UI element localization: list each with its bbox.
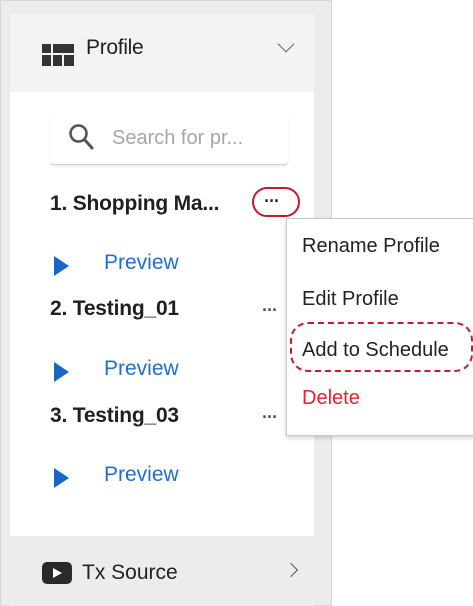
add-to-schedule-highlight bbox=[290, 322, 473, 372]
profile-panel-title: Profile bbox=[86, 36, 144, 59]
profile-item-title[interactable]: 1. Shopping Ma... bbox=[50, 192, 219, 216]
preview-button[interactable]: Preview bbox=[52, 462, 252, 492]
profile-grid-icon bbox=[42, 44, 74, 66]
menu-item-rename-profile[interactable]: Rename Profile bbox=[302, 235, 440, 258]
preview-label: Preview bbox=[104, 357, 179, 380]
play-icon bbox=[54, 468, 69, 488]
profile-item-title[interactable]: 3. Testing_03 bbox=[50, 404, 179, 428]
tx-source-play-icon bbox=[42, 562, 72, 584]
search-placeholder: Search for pr... bbox=[112, 127, 244, 149]
preview-button[interactable]: Preview bbox=[52, 250, 252, 280]
preview-button[interactable]: Preview bbox=[52, 356, 252, 386]
preview-label: Preview bbox=[104, 251, 179, 274]
profile-item-title[interactable]: 2. Testing_01 bbox=[50, 297, 179, 321]
menu-item-edit-profile[interactable]: Edit Profile bbox=[302, 288, 399, 311]
preview-label: Preview bbox=[104, 463, 179, 486]
more-options-button[interactable]: ··· bbox=[264, 191, 280, 212]
menu-item-delete[interactable]: Delete bbox=[302, 387, 360, 410]
play-icon bbox=[54, 256, 69, 276]
search-icon bbox=[69, 124, 94, 150]
more-options-button[interactable]: ··· bbox=[262, 300, 278, 320]
play-icon bbox=[54, 362, 69, 382]
tx-source-title: Tx Source bbox=[82, 561, 178, 584]
more-options-button[interactable]: ··· bbox=[262, 407, 278, 427]
